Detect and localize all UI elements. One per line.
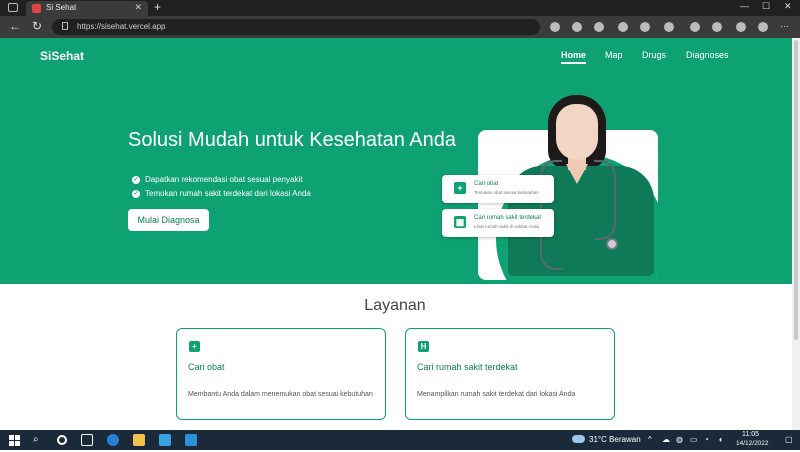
extension-icon[interactable] [640,22,650,32]
onedrive-icon[interactable]: ☁ [662,435,670,444]
cortana-icon[interactable] [57,435,67,445]
service-title: Cari obat [188,362,225,372]
floating-card-hospital: ▦ Cari rumah sakit terdekat Lihat rumah … [442,209,554,237]
vscode-icon[interactable] [185,434,197,446]
favicon-icon [32,4,41,13]
doctor-face [556,104,598,160]
nav-home[interactable]: Home [561,50,587,64]
feature-item: ✓ Dapatkan rekomendasi obat sesuai penya… [132,175,302,184]
extension-icon[interactable] [594,22,604,32]
search-icon[interactable]: ⌕ [33,434,45,446]
nav-map[interactable]: Map [605,50,623,60]
store-icon[interactable] [159,434,171,446]
floating-card-title: Cari obat [474,181,499,187]
profile-avatar[interactable] [758,22,768,32]
brand-logo[interactable]: SiSehat [40,49,84,63]
browser-toolbar: ← ↻ https://sisehat.vercel.app … [0,16,800,38]
service-card-hospital[interactable]: H Cari rumah sakit terdekat Menampilkan … [405,328,615,420]
services-heading: Layanan [364,297,426,314]
task-view-icon[interactable] [81,434,93,446]
service-description: Menampilkan rumah sakit terdekat dari lo… [417,391,576,398]
check-circle-icon: ✓ [132,189,140,198]
check-circle-icon: ✓ [132,175,140,184]
extension-icon[interactable] [550,22,560,32]
lock-icon [62,22,68,30]
favorites-icon[interactable] [736,22,746,32]
minimize-button[interactable]: — [740,1,749,11]
feature-text: Dapatkan rekomendasi obat sesuai penyaki… [145,175,303,184]
service-card-drug[interactable]: + Cari obat Membantu Anda dalam menemuka… [176,328,386,420]
tab-si-sehat[interactable]: Si Sehat ✕ [26,1,148,16]
url-text[interactable]: https://sisehat.vercel.app [77,22,166,31]
tab-title: Si Sehat [46,3,77,12]
page-scrollbar-thumb[interactable] [794,40,798,340]
hospital-icon: H [418,341,429,352]
start-menu-icon[interactable] [9,434,21,446]
split-screen-icon[interactable] [690,22,700,32]
notification-icon[interactable]: ▢ [785,435,793,444]
weather-text[interactable]: 31°C Berawan [589,435,641,444]
clock-date[interactable]: 14/12/2022 [736,440,769,447]
medical-kit-icon: + [189,341,200,352]
nav-diagnoses[interactable]: Diagnoses [686,50,729,60]
back-button[interactable]: ← [9,19,21,33]
feature-text: Temukan rumah sakit terdekat dari lokasi… [145,189,311,198]
file-explorer-icon[interactable] [133,434,145,446]
refresh-button[interactable]: ↻ [32,19,42,33]
nav-drugs[interactable]: Drugs [642,50,666,60]
service-description: Membantu Anda dalam menemukan obat sesua… [188,391,373,398]
doctor-collar [566,164,588,184]
more-menu-icon[interactable]: … [780,19,790,29]
edge-browser-icon[interactable] [107,434,119,446]
close-window-button[interactable]: ✕ [784,1,792,12]
battery-icon[interactable]: ▭ [690,435,698,444]
floating-card-subtitle: Lihat rumah sakit di sekitar Anda [474,224,540,229]
start-diagnosis-button[interactable]: Mulai Diagnosa [128,209,209,231]
extension-icon[interactable] [572,22,582,32]
collections-icon[interactable] [712,22,722,32]
stethoscope-icon [594,160,616,240]
service-title: Cari rumah sakit terdekat [417,362,518,372]
medical-kit-icon: + [454,182,466,194]
new-tab-button[interactable]: + [154,0,161,14]
hero-section: SiSehat Home Map Drugs Diagnoses Solusi … [0,38,800,284]
hero-title: Solusi Mudah untuk Kesehatan Anda [128,129,457,151]
feature-item: ✓ Temukan rumah sakit terdekat dari loka… [132,189,311,198]
cloud-icon [572,435,585,443]
chevron-up-icon[interactable]: ^ [648,435,652,444]
volume-icon[interactable]: ◖ [718,435,723,444]
extension-icon[interactable] [618,22,628,32]
windows-taskbar: ⌕ 31°C Berawan ^ ☁ ◍ ▭ ◔ ◖ 11:05 14/12/2… [0,430,800,450]
floating-card-title: Cari rumah sakit terdekat [474,215,542,221]
clock-time[interactable]: 11:05 [742,431,759,438]
stethoscope-head-icon [606,238,618,250]
address-bar[interactable]: https://sisehat.vercel.app [52,19,540,35]
floating-card-subtitle: Temukan obat sesuai kebutuhan [474,190,539,195]
tab-close-icon[interactable]: ✕ [134,2,142,13]
browser-tab-bar: Si Sehat ✕ + — ☐ ✕ [0,0,800,16]
refresh-extension-icon[interactable] [664,22,674,32]
maximize-button[interactable]: ☐ [762,1,770,12]
wifi-icon[interactable]: ◔ [704,435,709,444]
tab-actions-icon[interactable] [8,3,18,12]
network-icon[interactable]: ◍ [676,435,683,444]
floating-card-drug: + Cari obat Temukan obat sesuai kebutuha… [442,175,554,203]
hospital-icon: ▦ [454,216,466,228]
